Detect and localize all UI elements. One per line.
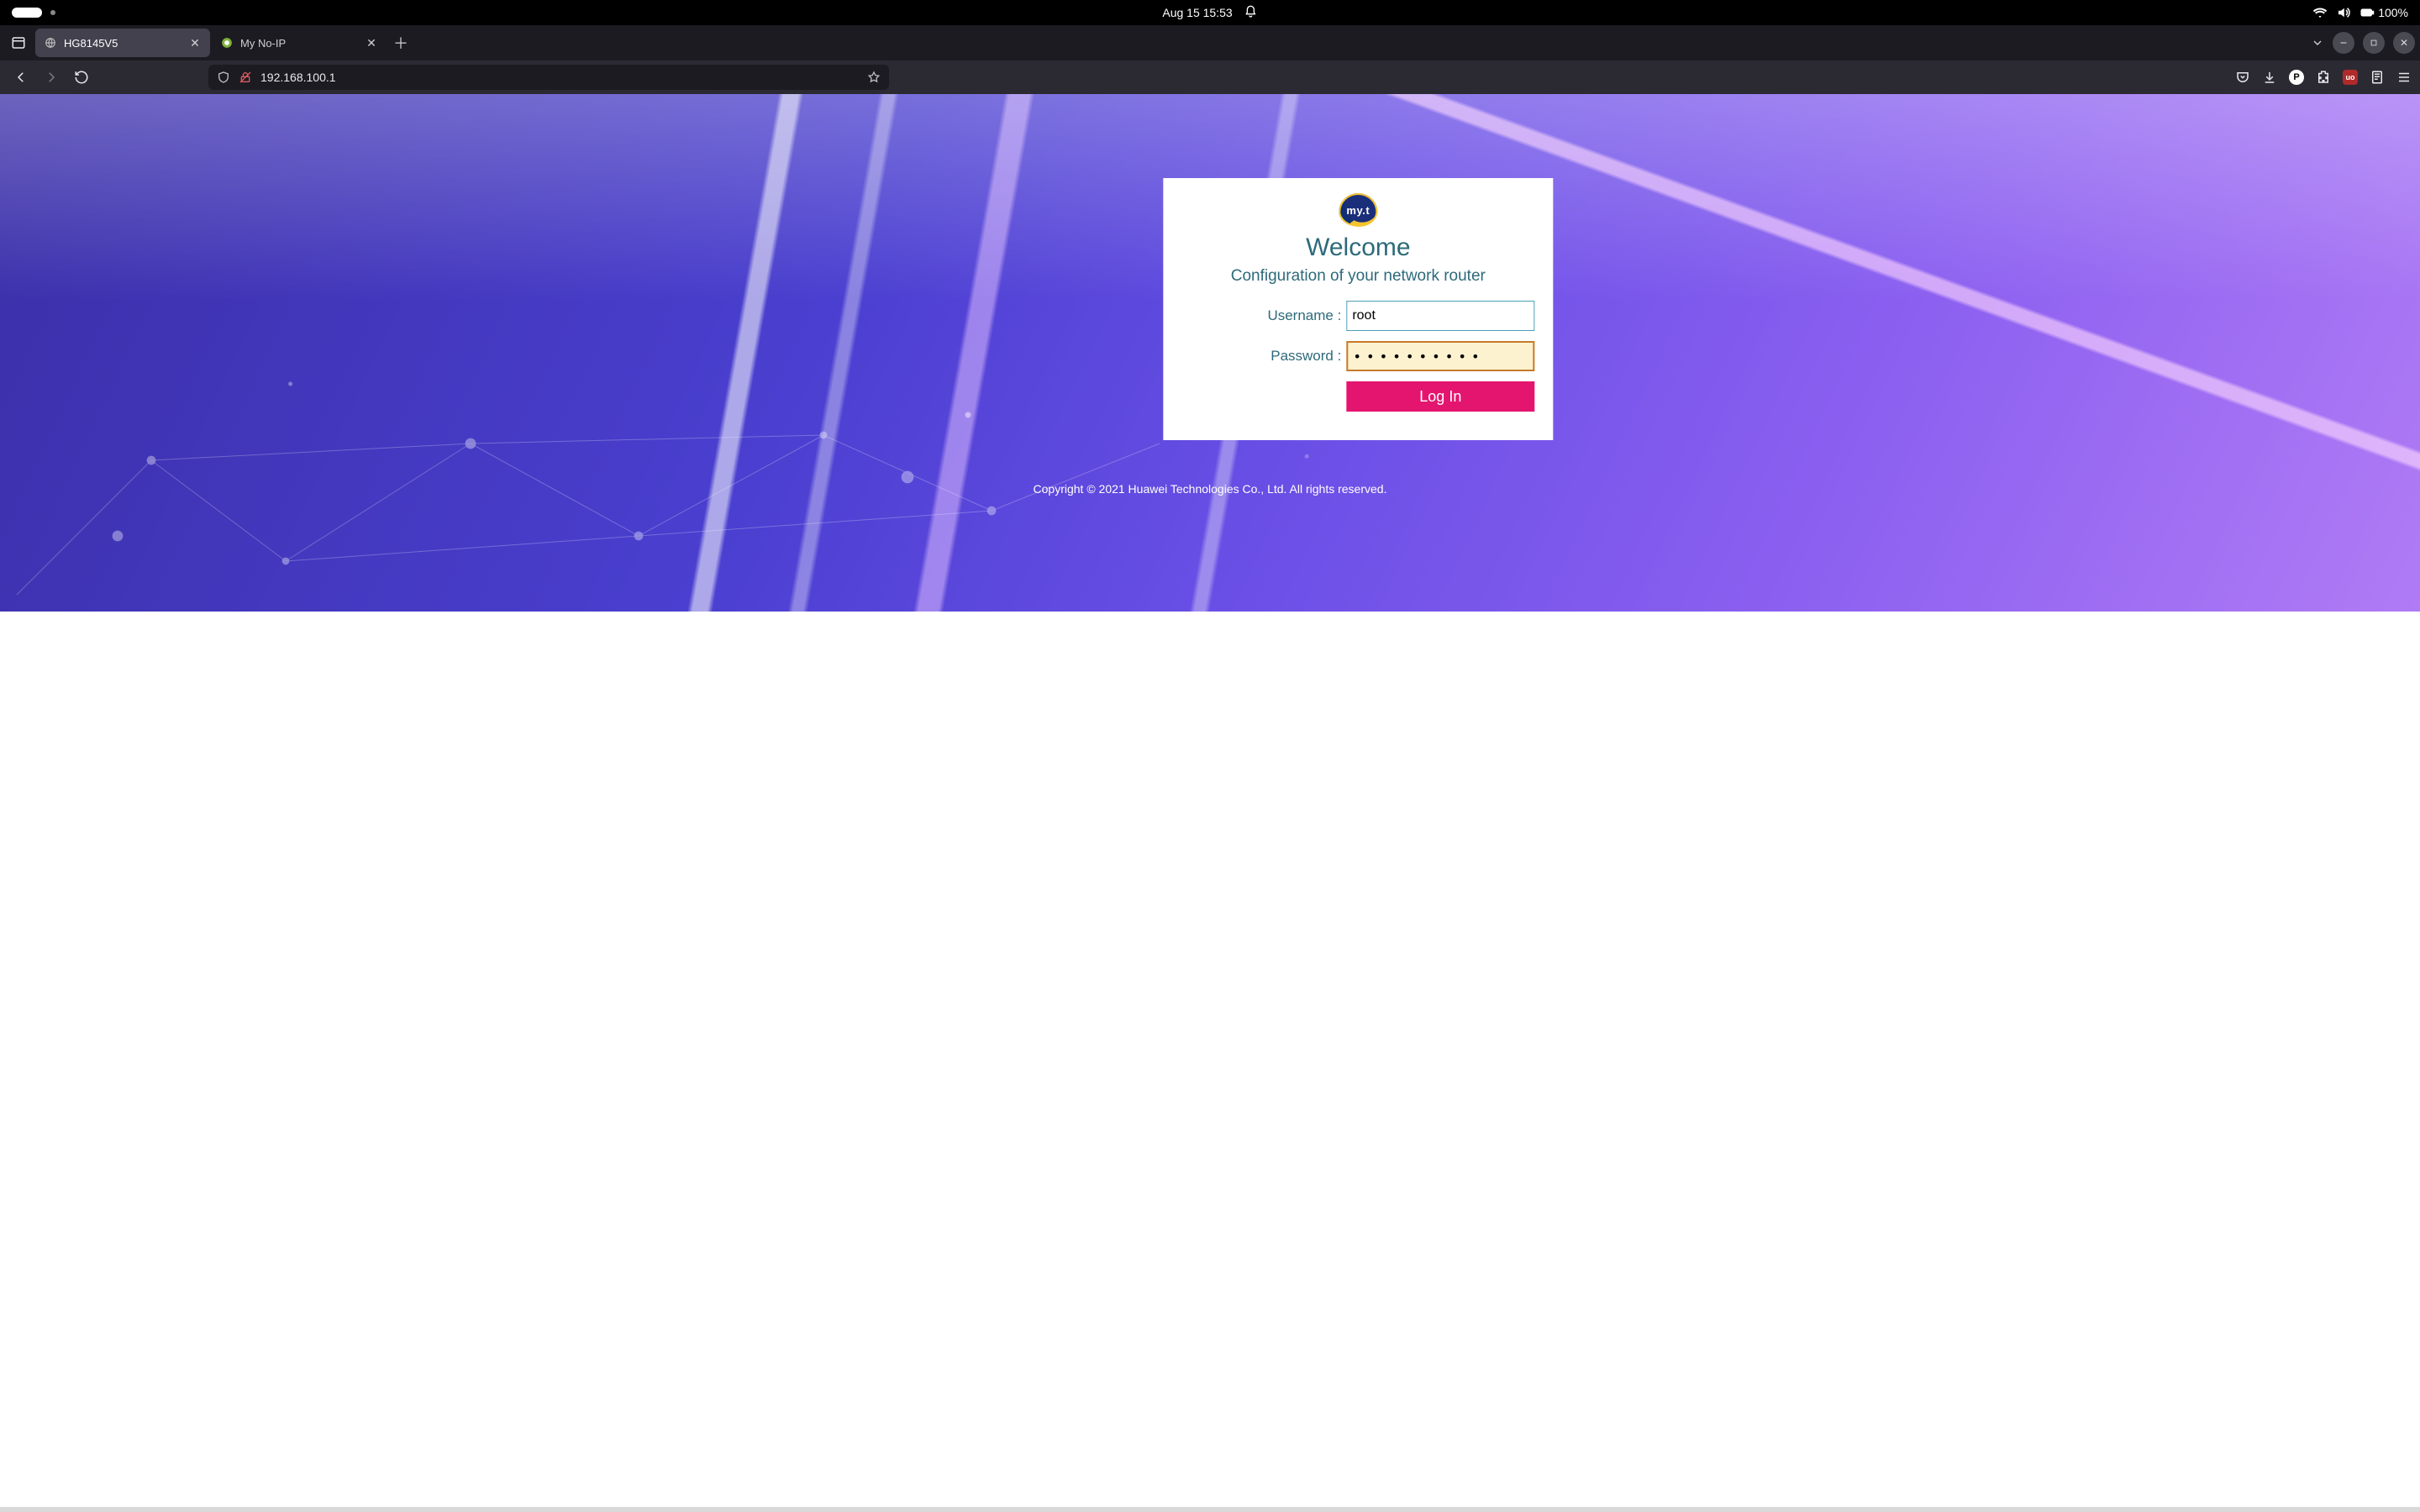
volume-icon[interactable] [2336,5,2351,20]
login-card: my.t Welcome Configuration of your netwo… [1163,178,1553,440]
username-label: Username : [1267,307,1341,324]
welcome-heading: Welcome [1181,234,1534,262]
password-label: Password : [1270,348,1341,365]
password-row: Password : [1181,341,1534,371]
tab-hg8145v5[interactable]: HG8145V5 ✕ [35,29,210,57]
tracking-shield-icon[interactable] [217,71,230,84]
brand-logo-text: my.t [1346,204,1370,217]
login-button[interactable]: Log In [1346,381,1534,412]
notification-bell-icon[interactable] [1244,5,1258,21]
close-tab-icon[interactable]: ✕ [188,36,202,50]
browser-toolbar: 192.168.100.1 P uo [0,60,2420,94]
forward-button[interactable] [39,65,64,90]
reload-button[interactable] [69,65,94,90]
pocket-icon[interactable] [2235,70,2250,85]
noip-icon [220,36,234,50]
tab-title: HG8145V5 [64,37,182,50]
system-clock[interactable]: Aug 15 15:53 [1162,6,1232,19]
extensions-icon[interactable] [2316,70,2331,85]
globe-icon [44,36,57,50]
hero-background: my.t Welcome Configuration of your netwo… [0,94,2420,612]
copyright-text: Copyright © 2021 Huawei Technologies Co.… [0,482,2420,496]
url-text[interactable]: 192.168.100.1 [260,71,859,84]
back-button[interactable] [8,65,34,90]
bookmark-star-icon[interactable] [867,71,881,84]
page-viewport: my.t Welcome Configuration of your netwo… [0,94,2420,1512]
insecure-lock-icon[interactable] [239,71,252,84]
app-menu-icon[interactable] [2396,70,2412,85]
downloads-icon[interactable] [2262,70,2277,85]
brand-logo: my.t [1339,193,1377,227]
horizontal-scrollbar[interactable] [0,1507,2420,1512]
window-close-button[interactable]: ✕ [2393,32,2415,54]
window-minimize-button[interactable] [2333,32,2354,54]
battery-icon[interactable]: 100% [2360,5,2408,20]
reader-icon[interactable] [2370,70,2385,85]
username-row: Username : [1181,301,1534,331]
close-tab-icon[interactable]: ✕ [365,36,378,50]
address-bar[interactable]: 192.168.100.1 [208,65,889,90]
workspace-dot[interactable] [50,10,55,15]
tab-my-no-ip[interactable]: My No-IP ✕ [212,29,387,57]
tab-title: My No-IP [240,37,358,50]
username-input[interactable] [1346,301,1534,331]
window-maximize-button[interactable] [2363,32,2385,54]
ublock-icon[interactable]: uo [2343,70,2358,85]
activities-pill[interactable] [12,8,42,18]
wifi-icon[interactable] [2312,5,2328,20]
extension-p-icon[interactable]: P [2289,70,2304,85]
new-tab-button[interactable]: ＋ [388,30,413,55]
system-status-bar: Aug 15 15:53 100% [0,0,2420,25]
browser-tab-strip: HG8145V5 ✕ My No-IP ✕ ＋ ✕ [0,25,2420,60]
password-input[interactable] [1346,341,1534,371]
list-all-tabs-icon[interactable] [2311,36,2324,50]
network-lines-decoration [0,343,1176,612]
sidebar-toggle-icon[interactable] [5,29,32,56]
battery-percent: 100% [2378,6,2408,19]
welcome-subtitle: Configuration of your network router [1181,267,1534,286]
